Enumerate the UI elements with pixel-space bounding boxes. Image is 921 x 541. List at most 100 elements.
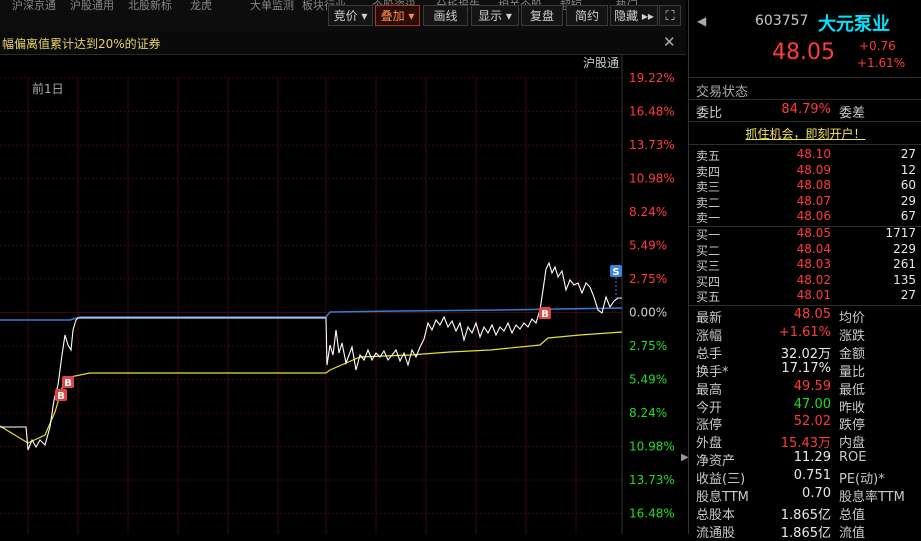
quote-panel: ◀ 603757 大元泵业 48.05 +0.76 +1.61% 交易状态 委比… bbox=[688, 0, 921, 541]
level-volume: 29 bbox=[900, 193, 916, 208]
price-axis-label: 16.48% bbox=[629, 507, 675, 521]
level-volume: 12 bbox=[900, 162, 916, 177]
quote-row: 涨幅 +1.61% 涨跌 bbox=[689, 325, 921, 344]
buy-marker-label: B bbox=[57, 391, 65, 402]
price-axis-label: 13.73% bbox=[629, 473, 675, 487]
quote-value: 1.865亿 bbox=[780, 507, 831, 523]
toolbar-cut-label[interactable]: 大单监测 bbox=[250, 0, 294, 13]
divider bbox=[689, 305, 921, 306]
overlay-button[interactable]: 叠加 ▾ bbox=[375, 5, 420, 26]
quote-value: 17.17% bbox=[781, 360, 831, 376]
draw-line-button[interactable]: 画线 bbox=[423, 5, 468, 26]
divider bbox=[689, 121, 921, 122]
notice-bar: 幅偏离值累计达到20%的证券 ✕ bbox=[0, 31, 686, 55]
price-axis-label: 16.48% bbox=[629, 105, 675, 119]
stock-name: 大元泵业 bbox=[818, 14, 890, 35]
weibi-row: 委比 84.79% 委差 bbox=[689, 102, 921, 121]
price-axis-label: 8.24% bbox=[629, 205, 667, 219]
price-axis-label: 10.98% bbox=[629, 172, 675, 186]
quote-row: 收益(三) 0.751 PE(动)* bbox=[689, 468, 921, 488]
quote-value: 0.751 bbox=[793, 468, 831, 484]
prev-day-label: 前1日 bbox=[32, 81, 64, 96]
quote-label-secondary: ROE bbox=[839, 450, 867, 466]
quote-row: 换手* 17.17% 量比 bbox=[689, 360, 921, 380]
price-axis-label: 8.24% bbox=[629, 406, 667, 420]
quote-row: 外盘 15.43万 内盘 bbox=[689, 432, 921, 452]
stock-change: +0.76 bbox=[859, 39, 896, 53]
sell-marker-label: S bbox=[612, 267, 619, 278]
quote-value: 47.00 bbox=[793, 396, 831, 412]
quote-row: 总股本 1.865亿 总值 bbox=[689, 504, 921, 523]
toolbar-cut-label[interactable]: 沪股通用 bbox=[70, 0, 114, 13]
intraday-price-line bbox=[0, 261, 622, 451]
level-volume: 229 bbox=[893, 241, 916, 256]
collapse-panel-icon[interactable]: ▶ bbox=[681, 452, 689, 463]
quote-row: 总手 32.02万 金额 bbox=[689, 343, 921, 362]
replay-button[interactable]: 复盘 bbox=[521, 5, 563, 26]
quote-value: 32.02万 bbox=[780, 346, 831, 362]
price-axis-label: 5.49% bbox=[629, 373, 667, 387]
toolbar-cut-label[interactable]: 龙虎 bbox=[190, 0, 212, 13]
quote-row: 最高 49.59 最低 bbox=[689, 378, 921, 398]
open-account-link[interactable]: 抓住机会，即刻开户！ bbox=[689, 125, 921, 142]
fullscreen-icon[interactable]: ⛶ bbox=[659, 5, 681, 26]
divider bbox=[689, 144, 921, 145]
quote-label-secondary: 跌停 bbox=[839, 418, 866, 434]
level-volume: 60 bbox=[900, 178, 916, 193]
trade-status-label: 交易状态 bbox=[696, 85, 749, 100]
quote-value: 15.43万 bbox=[780, 436, 831, 452]
level-volume: 27 bbox=[900, 147, 916, 161]
bidding-button[interactable]: 竞价 ▾ bbox=[328, 5, 373, 26]
quote-label-secondary: 最低 bbox=[839, 382, 866, 398]
stock-code: 603757 bbox=[755, 13, 809, 29]
quote-label-secondary: 量比 bbox=[839, 364, 866, 380]
toolbar-cut-label[interactable]: 北股新标 bbox=[128, 0, 172, 13]
price-axis-label: 13.73% bbox=[629, 138, 675, 152]
price-axis-label: 10.98% bbox=[629, 440, 675, 454]
close-icon[interactable]: ✕ bbox=[663, 33, 676, 51]
buy-marker-label: B bbox=[64, 378, 72, 389]
weibi-value: 84.79% bbox=[781, 102, 831, 117]
toolbar-cut-label[interactable]: 沪深京通 bbox=[12, 0, 56, 13]
level-volume: 135 bbox=[893, 272, 916, 287]
price-axis-label: 2.75% bbox=[629, 272, 667, 286]
quote-row: 流通股 1.865亿 流值 bbox=[689, 522, 921, 541]
quote-label-secondary: 均价 bbox=[839, 311, 866, 326]
quote-label-secondary: 内盘 bbox=[839, 436, 866, 452]
price-axis-label: 2.75% bbox=[629, 339, 667, 353]
chevron-left-icon[interactable]: ◀ bbox=[697, 14, 706, 28]
hide-button[interactable]: 隐藏 ▸▸ bbox=[610, 5, 658, 26]
notice-text: 幅偏离值累计达到20%的证券 bbox=[2, 37, 161, 51]
stock-price: 48.05 bbox=[772, 40, 835, 65]
display-button[interactable]: 显示 ▾ bbox=[471, 5, 519, 26]
quote-value: 0.70 bbox=[802, 486, 831, 501]
order-book-row: 买五 48.01 27 bbox=[689, 288, 921, 306]
quote-label-secondary: PE(动)* bbox=[839, 472, 885, 488]
level-volume: 27 bbox=[900, 288, 916, 303]
quote-label-secondary: 金额 bbox=[839, 346, 866, 362]
divider bbox=[689, 77, 921, 78]
quote-label-secondary: 总值 bbox=[839, 507, 866, 523]
level-volume: 261 bbox=[893, 257, 916, 272]
level-volume: 67 bbox=[900, 209, 916, 224]
quote-row: 最新 48.05 均价 bbox=[689, 307, 921, 326]
quote-label-secondary: 涨跌 bbox=[839, 328, 866, 344]
chart-toolbar: 沪深京通沪股通用北股新标龙虎大单监测板块行业个股资讯分析报告相关个股超短热门 竞… bbox=[0, 0, 686, 32]
order-book-row: 卖一 48.06 67 bbox=[689, 209, 921, 227]
chart-canvas[interactable]: 19.22% 16.48% 13.73% 10.98% 8.24% 5.49% 2.75% 0… bbox=[0, 55, 686, 534]
buy-marker-label: B bbox=[541, 309, 549, 320]
quote-row: 净资产 11.29 ROE bbox=[689, 450, 921, 469]
quote-row: 今开 47.00 昨收 bbox=[689, 396, 921, 416]
overlay-label: 沪股通 bbox=[583, 56, 619, 70]
quote-label-secondary: 流值 bbox=[839, 525, 866, 541]
level-volume: 1717 bbox=[885, 226, 916, 240]
price-axis-label: 19.22% bbox=[629, 71, 675, 85]
quote-value: 49.59 bbox=[793, 378, 831, 394]
price-axis-label: 0.00% bbox=[629, 306, 667, 320]
intraday-chart[interactable]: 19.22% 16.48% 13.73% 10.98% 8.24% 5.49% 2.75% 0… bbox=[0, 55, 686, 534]
simple-button[interactable]: 简约 bbox=[566, 5, 608, 26]
price-axis-label: 5.49% bbox=[629, 239, 667, 253]
divider bbox=[689, 99, 921, 100]
quote-label-secondary: 股息率TTM bbox=[839, 490, 905, 505]
quote-label-secondary: 昨收 bbox=[839, 400, 866, 416]
